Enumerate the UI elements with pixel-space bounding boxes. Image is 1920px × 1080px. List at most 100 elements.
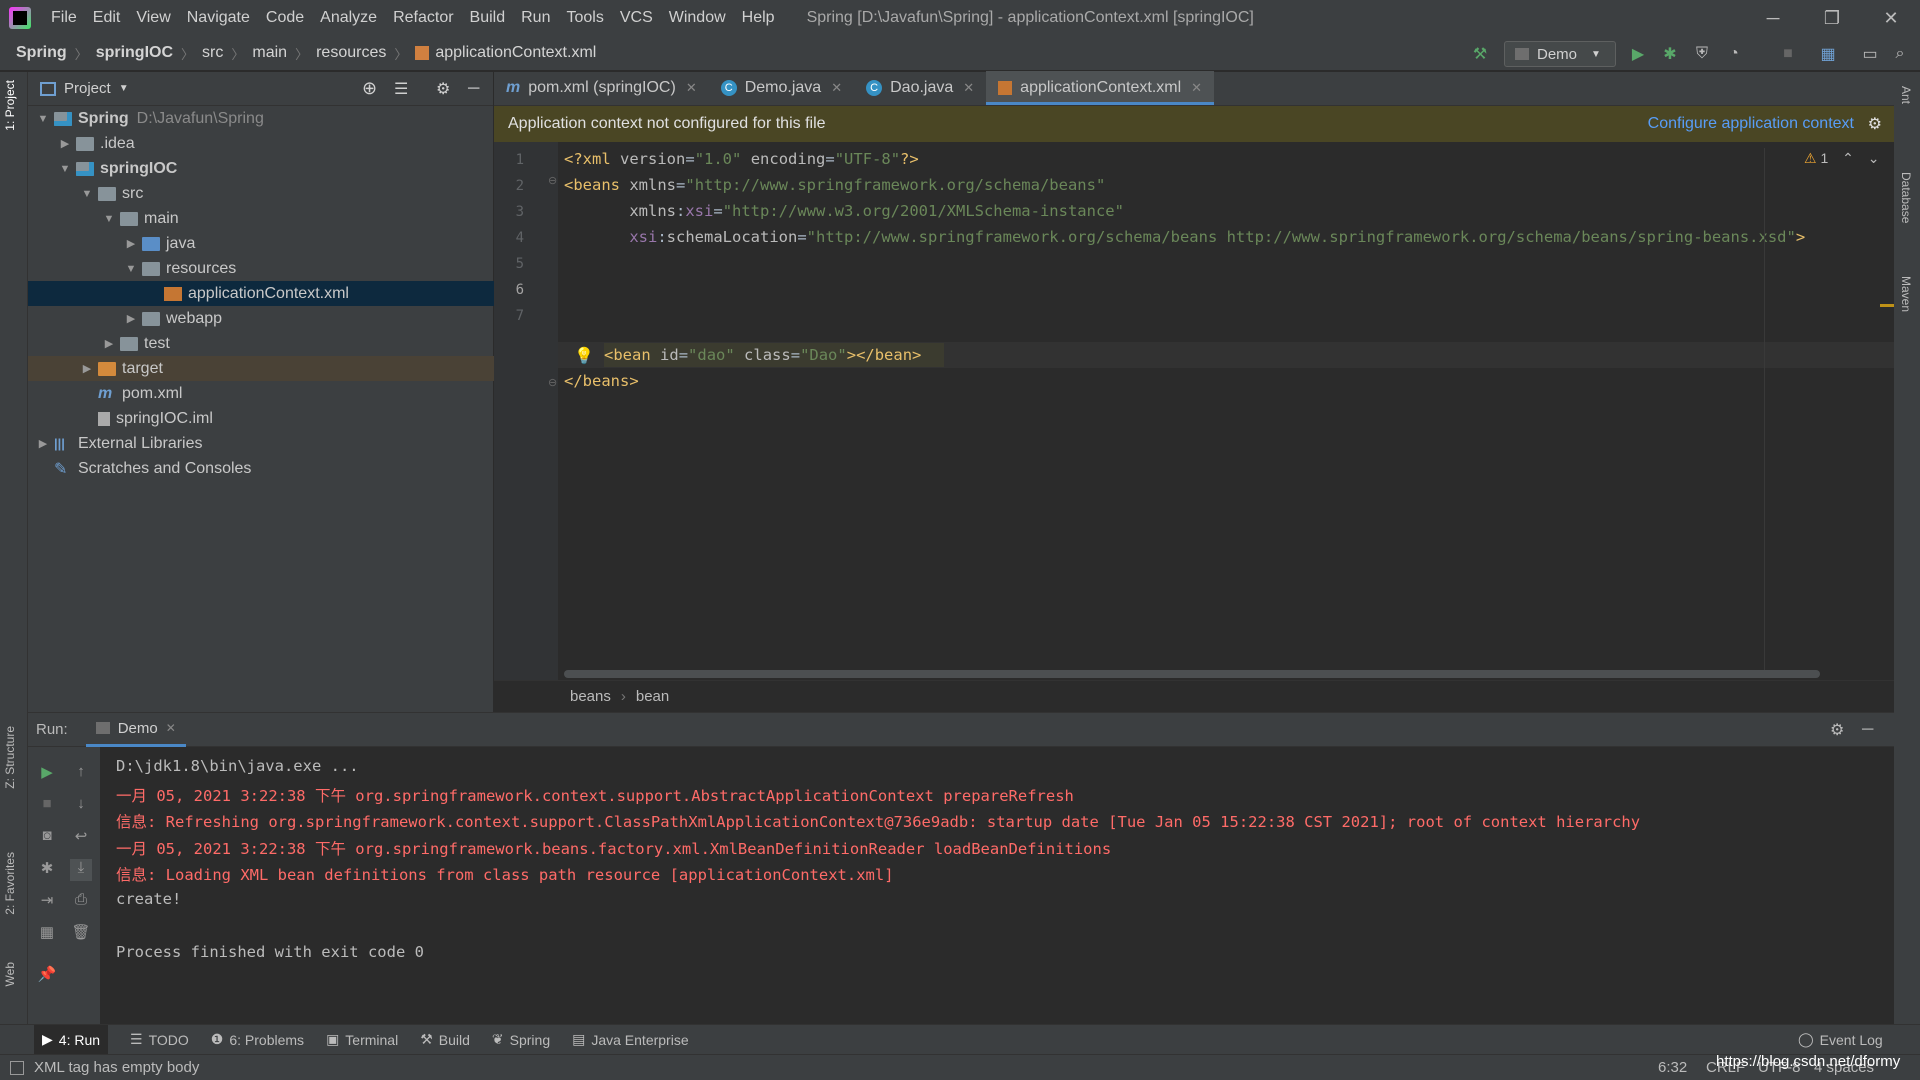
menu-edit[interactable]: Edit (85, 9, 129, 27)
build-hammer-icon[interactable]: ⚒ (1470, 44, 1490, 64)
tree-item--idea[interactable]: ▶ .idea (28, 131, 494, 156)
chevron-down-icon[interactable]: ▼ (80, 188, 94, 200)
collapse-all-icon[interactable]: ☰ (394, 79, 408, 99)
tree-item-springioc[interactable]: ▼ springIOC (28, 156, 494, 181)
code-line-3[interactable]: xmlns:xsi="http://www.w3.org/2001/XMLSch… (564, 202, 1124, 220)
chevron-right-icon[interactable]: ▶ (36, 437, 50, 450)
bottom-tab-build[interactable]: ⚒ Build (420, 1031, 470, 1048)
project-structure-icon[interactable]: ▦ (1818, 44, 1838, 64)
configure-context-link[interactable]: Configure application context (1648, 115, 1854, 133)
locate-icon[interactable]: ⊕ (362, 78, 377, 99)
tree-item-resources[interactable]: ▼ resources (28, 256, 494, 281)
inspection-widget[interactable]: ⚠ 1 ⌃ ⌄ (1804, 150, 1880, 167)
login-icon[interactable]: ⇥ (36, 891, 58, 913)
bottom-tab-spring[interactable]: ❦ Spring (492, 1031, 550, 1048)
hide-panel-icon[interactable]: ─ (468, 80, 479, 98)
debug-icon[interactable]: ✱ (36, 859, 58, 881)
tree-item-applicationcontext-xml[interactable]: applicationContext.xml (28, 281, 494, 306)
layout-icon[interactable]: ▦ (36, 923, 58, 945)
search-icon[interactable]: ⌕ (1890, 44, 1910, 64)
breadcrumb-main[interactable]: main (252, 44, 287, 62)
chevron-right-icon[interactable]: ▶ (124, 312, 138, 325)
event-log-button[interactable]: ◯ Event Log (1798, 1031, 1883, 1048)
close-tab-icon[interactable]: ✕ (831, 80, 842, 96)
presentation-icon[interactable]: ▭ (1860, 44, 1880, 64)
code-line-1[interactable]: <?xml version="1.0" encoding="UTF-8"?> (564, 150, 919, 168)
tree-item-external-libraries[interactable]: ▶ ||| External Libraries (28, 431, 494, 456)
gear-icon[interactable]: ⚙ (1868, 114, 1882, 134)
maven-tool-tab[interactable]: Maven (1899, 276, 1913, 312)
fold-icon[interactable]: ⊖ (548, 376, 557, 389)
chevron-down-icon[interactable]: ⌄ (1868, 150, 1880, 166)
close-tab-icon[interactable]: ✕ (686, 80, 697, 96)
web-tool-tab[interactable]: Web (3, 962, 17, 986)
editor-tab-applicationcontext-xml[interactable]: applicationContext.xml ✕ (986, 71, 1215, 105)
debug-icon[interactable]: ✱ (1660, 44, 1680, 64)
stop-icon[interactable]: ■ (1778, 44, 1798, 64)
chevron-down-icon[interactable]: ▼ (36, 113, 50, 125)
gear-icon[interactable]: ⚙ (1830, 720, 1844, 740)
favorites-tool-tab[interactable]: 2: Favorites (3, 852, 17, 915)
bottom-tab-java-enterprise[interactable]: ▤ Java Enterprise (572, 1031, 689, 1048)
menu-tools[interactable]: Tools (558, 9, 611, 27)
ant-tool-tab[interactable]: Ant (1899, 86, 1913, 104)
menu-view[interactable]: View (128, 9, 178, 27)
menu-file[interactable]: File (43, 9, 85, 27)
menu-navigate[interactable]: Navigate (179, 9, 258, 27)
editor-tab-dao-java[interactable]: C Dao.java ✕ (854, 71, 986, 105)
warning-marker[interactable] (1880, 304, 1894, 307)
tree-item-spring[interactable]: ▼ Spring D:\Javafun\Spring (28, 106, 494, 131)
scroll-to-end-icon[interactable]: ⤓ (70, 859, 92, 881)
breadcrumb-project[interactable]: Spring (16, 44, 67, 62)
menu-run[interactable]: Run (513, 9, 558, 27)
pin-icon[interactable]: 📌 (36, 965, 58, 987)
stop-icon[interactable]: ■ (36, 795, 58, 817)
toggle-tool-windows-icon[interactable] (10, 1060, 24, 1075)
close-tab-icon[interactable]: ✕ (1191, 80, 1202, 96)
lightbulb-icon[interactable]: 💡 (574, 346, 594, 366)
rerun-icon[interactable]: ▶ (36, 763, 58, 785)
menu-refactor[interactable]: Refactor (385, 9, 461, 27)
tree-item-test[interactable]: ▶ test (28, 331, 494, 356)
profile-icon[interactable]: ◔ (1724, 44, 1744, 64)
close-window-icon[interactable]: ✕ (1862, 0, 1920, 36)
gear-icon[interactable]: ⚙ (436, 79, 450, 99)
restore-icon[interactable]: ❐ (1803, 0, 1861, 36)
horizontal-scrollbar[interactable] (564, 670, 1820, 678)
print-icon[interactable]: ⎙ (70, 891, 92, 913)
code-line-4[interactable]: xsi:schemaLocation="http://www.springfra… (564, 228, 1805, 246)
menu-build[interactable]: Build (462, 9, 514, 27)
chevron-right-icon[interactable]: ▶ (124, 237, 138, 250)
editor-tab-demo-java[interactable]: C Demo.java ✕ (709, 71, 854, 105)
close-tab-icon[interactable]: ✕ (166, 721, 176, 735)
chevron-down-icon[interactable]: ▼ (58, 163, 72, 175)
camera-icon[interactable]: ◙ (36, 827, 58, 849)
run-tab-demo[interactable]: Demo ✕ (85, 713, 186, 747)
code-line-2[interactable]: <beans xmlns="http://www.springframework… (564, 176, 1105, 194)
trash-icon[interactable]: 🗑 (70, 923, 92, 945)
menu-analyze[interactable]: Analyze (312, 9, 385, 27)
arrow-down-icon[interactable]: ↓ (70, 795, 92, 817)
run-configuration-select[interactable]: Demo ▼ (1504, 41, 1616, 67)
chevron-up-icon[interactable]: ⌃ (1842, 150, 1854, 166)
bottom-tab-todo[interactable]: ☰ TODO (130, 1031, 189, 1048)
editor-tab-pom-xml-springioc-[interactable]: m pom.xml (springIOC) ✕ (494, 71, 709, 105)
database-tool-tab[interactable]: Database (1899, 172, 1913, 223)
menu-window[interactable]: Window (661, 9, 734, 27)
chevron-right-icon[interactable]: ▶ (58, 137, 72, 150)
code-crumb-bean[interactable]: bean (636, 688, 669, 705)
fold-icon[interactable]: ⊖ (548, 174, 557, 187)
tree-item-target[interactable]: ▶ target (28, 356, 494, 381)
chevron-right-icon[interactable]: ▶ (102, 337, 116, 350)
chevron-down-icon[interactable]: ▼ (124, 263, 138, 275)
tree-item-springioc-iml[interactable]: springIOC.iml (28, 406, 494, 431)
chevron-down-icon[interactable]: ▼ (119, 83, 129, 94)
code-line-7[interactable]: </beans> (564, 372, 639, 390)
project-view-label[interactable]: Project (64, 80, 111, 97)
tree-item-src[interactable]: ▼ src (28, 181, 494, 206)
tree-item-pom-xml[interactable]: m pom.xml (28, 381, 494, 406)
chevron-right-icon[interactable]: ▶ (80, 362, 94, 375)
chevron-down-icon[interactable]: ▼ (102, 213, 116, 225)
hide-panel-icon[interactable]: ─ (1862, 721, 1873, 739)
tree-item-java[interactable]: ▶ java (28, 231, 494, 256)
